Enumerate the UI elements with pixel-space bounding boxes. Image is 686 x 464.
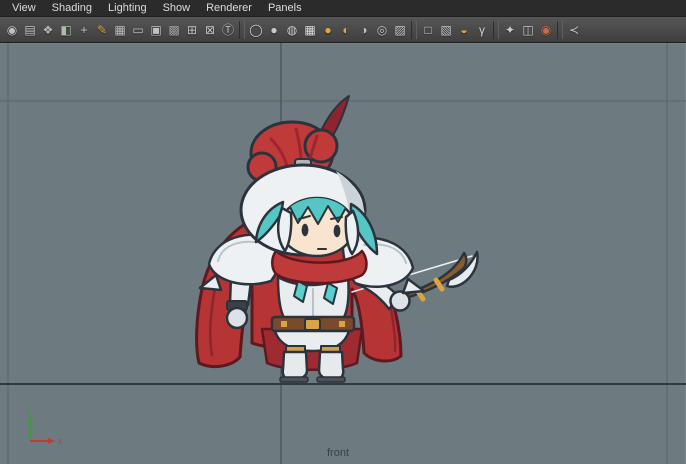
cheek-guard-right (344, 209, 360, 256)
right-hand (389, 290, 411, 312)
menu-view[interactable]: View (4, 0, 44, 16)
grid-icon[interactable]: ▦ (111, 20, 129, 40)
toolbar-separator (239, 20, 245, 39)
left-eye (301, 223, 309, 237)
right-boot (317, 350, 345, 381)
motion-blur-icon[interactable]: ◎ (373, 20, 391, 40)
gamma-icon[interactable]: γ (473, 20, 491, 40)
x-ray-icon[interactable]: ▧ (437, 20, 455, 40)
resolution-gate-icon[interactable]: ▣ (147, 20, 165, 40)
left-fist (225, 306, 249, 330)
bookmarks-icon[interactable]: ❖ (39, 20, 57, 40)
panel-toolbar: ◉ ▤ ❖ ◧ + ✎ ▦ ▭ ▣ ▩ ⊞ ⊠ Ⓣ ◯ ● ◍ ▦ ● ◐ ◑ ◎ ▨ □ ▧ ◒ γ ✦ ◫ ◉ ≺ (0, 17, 686, 43)
capture-icon[interactable]: ◉ (537, 20, 555, 40)
menu-renderer[interactable]: Renderer (198, 0, 260, 16)
safe-action-icon[interactable]: ⊠ (201, 20, 219, 40)
share-icon[interactable]: ≺ (565, 20, 583, 40)
shaded-icon[interactable]: ● (265, 20, 283, 40)
viewport[interactable]: y x front (0, 43, 686, 464)
grease-pencil-icon[interactable]: ✎ (93, 20, 111, 40)
textured-icon[interactable]: ◍ (283, 20, 301, 40)
image-plane-icon[interactable]: ◧ (57, 20, 75, 40)
menu-show[interactable]: Show (155, 0, 199, 16)
belt-buckle (304, 318, 321, 331)
anti-aliasing-icon[interactable]: ▨ (391, 20, 409, 40)
toolbar-separator (411, 20, 417, 39)
toolbar-separator (557, 20, 563, 39)
axis-x-label: x (58, 436, 63, 446)
film-gate-icon[interactable]: ▭ (129, 20, 147, 40)
use-all-lights-icon[interactable]: ● (319, 20, 337, 40)
menu-panels[interactable]: Panels (260, 0, 310, 16)
screen-space-ao-icon[interactable]: ◑ (355, 20, 373, 40)
wireframe-icon[interactable]: ◯ (247, 20, 265, 40)
menu-shading[interactable]: Shading (44, 0, 100, 16)
viewport-canvas: y x (0, 43, 686, 464)
panel-menubar: View Shading Lighting Show Renderer Pane… (0, 0, 686, 17)
axis-gizmo: y x (27, 405, 63, 446)
character-illustration[interactable] (195, 95, 479, 383)
isolate-select-icon[interactable]: □ (419, 20, 437, 40)
menu-lighting[interactable]: Lighting (100, 0, 155, 16)
field-chart-icon[interactable]: ⊞ (183, 20, 201, 40)
cheek-guard-left (276, 206, 293, 253)
shadows-icon[interactable]: ◐ (337, 20, 355, 40)
camera-attributes-icon[interactable]: ▤ (21, 20, 39, 40)
toolbar-separator (493, 20, 499, 39)
select-camera-icon[interactable]: ◉ (3, 20, 21, 40)
two-d-pan-zoom-icon[interactable]: + (75, 20, 93, 40)
checker-cube-icon[interactable]: ▦ (301, 20, 319, 40)
right-eye (333, 224, 341, 238)
paint-effects-icon[interactable]: ✦ (501, 20, 519, 40)
axis-y-label: y (27, 405, 32, 415)
maya-viewport-panel: View Shading Lighting Show Renderer Pane… (0, 0, 686, 464)
stereo-icon[interactable]: ◫ (519, 20, 537, 40)
exposure-icon[interactable]: ◒ (455, 20, 473, 40)
left-boot (281, 350, 309, 381)
gate-mask-icon[interactable]: ▩ (165, 20, 183, 40)
safe-title-icon[interactable]: Ⓣ (219, 20, 237, 40)
